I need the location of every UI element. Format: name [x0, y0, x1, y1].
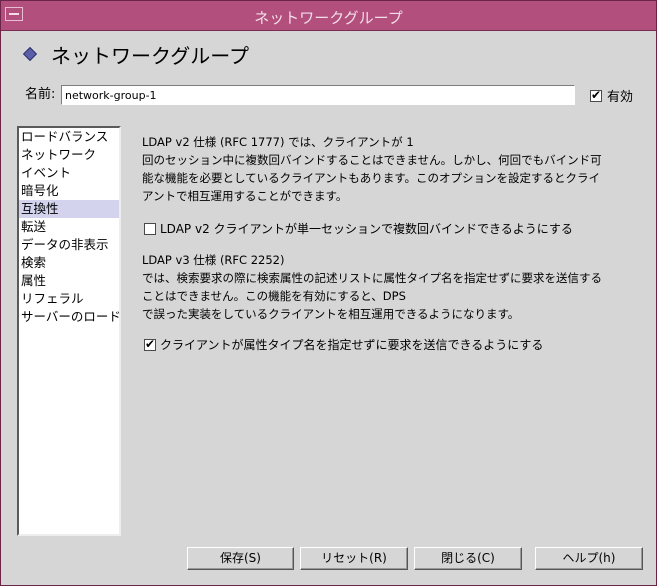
name-field[interactable] [61, 85, 575, 105]
sidebar-item-server-load[interactable]: サーバーのロード [19, 308, 121, 326]
sidebar-item-search[interactable]: 検索 [19, 254, 119, 272]
ldapv3-option-label[interactable]: クライアントが属性タイプ名を指定せずに要求を送信できるようにする [160, 336, 543, 353]
enabled-checkbox[interactable] [590, 88, 602, 102]
name-label: 名前: [25, 87, 56, 102]
ldapv3-line: で誤った実装をしているクライアントを相互運用できるようになります。 [142, 307, 520, 321]
sidebar-item-referrals[interactable]: リフェラル [19, 290, 119, 308]
sidebar-item-load-balance[interactable]: ロードバランス [19, 128, 119, 146]
ldapv3-line: ことはできません。この機能を有効にすると、DPS [142, 289, 406, 303]
enabled-label: 有効 [607, 90, 634, 105]
page-title: ネットワークグループ [51, 44, 249, 68]
ldapv2-line: LDAP v2 仕様 (RFC 1777) では、クライアントが 1 [142, 135, 414, 149]
close-button[interactable]: 閉じる(C) [414, 547, 522, 570]
sidebar-item-compatibility[interactable]: 互換性 [19, 200, 119, 218]
sidebar-item-data-hiding[interactable]: データの非表示 [19, 236, 119, 254]
ldapv2-line: 回のセッション中に複数回バインドすることはできません。しかし、何回でもバインド可 [142, 153, 602, 167]
ldapv3-line: では、検索要求の際に検索属性の記述リストに属性タイプ名を指定せずに要求を送信する [142, 271, 602, 285]
save-button[interactable]: 保存(S) [187, 547, 294, 570]
dialog-window: ネットワークグループ ネットワークグループ 名前: 有効 ロードバランス ネット… [0, 0, 657, 586]
ldapv2-multi-bind-checkbox[interactable] [144, 223, 156, 235]
sidebar-item-network[interactable]: ネットワーク [19, 146, 119, 164]
sidebar-item-events[interactable]: イベント [19, 164, 119, 182]
sidebar-item-encryption[interactable]: 暗号化 [19, 182, 119, 200]
category-list[interactable]: ロードバランス ネットワーク イベント 暗号化 互換性 転送 データの非表示 検… [17, 126, 121, 536]
reset-button[interactable]: リセット(R) [300, 547, 408, 570]
attribute-type-name-checkbox[interactable] [144, 337, 156, 351]
window-title: ネットワークグループ [254, 9, 403, 27]
help-button[interactable]: ヘルプ(h) [535, 547, 643, 570]
sidebar-item-attributes[interactable]: 属性 [19, 272, 119, 290]
ldapv2-line: アントで相互運用することができます。 [142, 189, 348, 203]
ldapv2-line: 能な機能を必要としているクライアントもあります。このオプションを設定するとクライ [142, 171, 601, 185]
diamond-icon [22, 46, 38, 62]
ldapv3-description: LDAP v3 仕様 (RFC 2252) では、検索要求の際に検索属性の記述リ… [142, 251, 632, 323]
ldapv2-option-label[interactable]: LDAP v2 クライアントが単一セッションで複数回バインドできるようにする [160, 220, 573, 237]
title-bar[interactable]: ネットワークグループ [1, 1, 656, 31]
sidebar-item-forwarding[interactable]: 転送 [19, 218, 119, 236]
ldapv3-line: LDAP v3 仕様 (RFC 2252) [142, 253, 285, 267]
ldapv2-description: LDAP v2 仕様 (RFC 1777) では、クライアントが 1 回のセッシ… [142, 133, 632, 205]
